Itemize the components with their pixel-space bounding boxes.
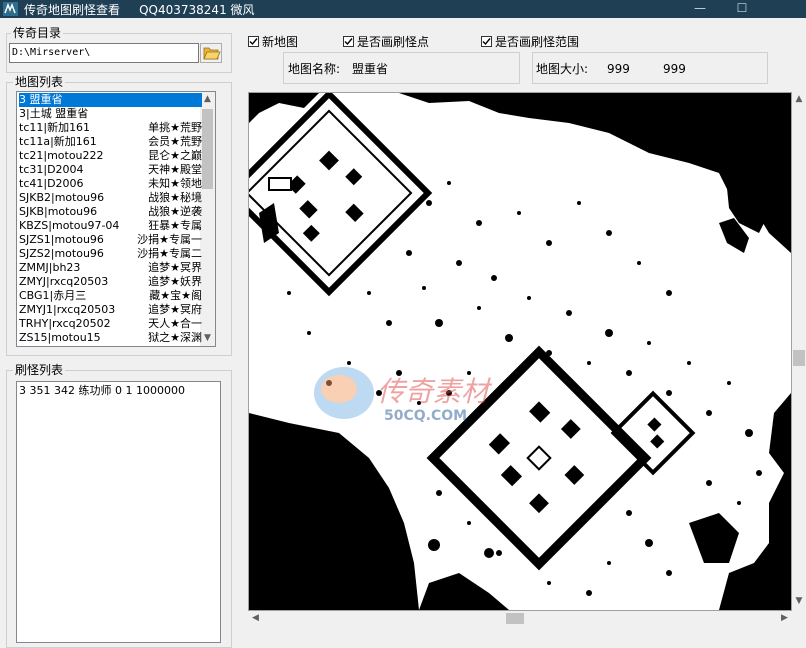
map-display-name: 藏★宝★阁 xyxy=(149,289,202,302)
spawn-item[interactable]: 3 351 342 练功师 0 1 1000000 xyxy=(19,384,209,398)
watermark-subtext: 50CQ.COM xyxy=(384,408,468,424)
draw-spawn-range-checkbox[interactable]: 是否画刷怪范围 xyxy=(481,33,579,50)
scroll-thumb[interactable] xyxy=(202,109,213,189)
map-code: CBG1|赤月三 xyxy=(19,289,87,302)
map-list-item[interactable]: tc31|D2004 天神★殿堂 xyxy=(19,163,202,177)
map-display-name: 未知★领地 xyxy=(148,177,202,190)
map-list-item[interactable]: SJKB|motou96 战狼★逆袭 xyxy=(19,205,202,219)
map-canvas[interactable]: 传奇素材 50CQ.COM xyxy=(248,92,792,611)
scroll-down-icon[interactable]: ▼ xyxy=(792,594,806,609)
map-list-item[interactable]: TRHY|rxcq20502 天人★合一 xyxy=(19,317,202,331)
map-display-name: 沙捐★专属二 xyxy=(137,247,202,260)
map-list-item[interactable]: ZMYJ1|rxcq20503 追梦★冥府 xyxy=(19,303,202,317)
map-image xyxy=(249,93,791,610)
map-list-item[interactable]: SJZS2|motou96 沙捐★专属二 xyxy=(19,247,202,261)
map-code: tc41|D2006 xyxy=(19,177,84,190)
map-list-item[interactable]: 3 盟重省 xyxy=(19,93,202,107)
new-map-label: 新地图 xyxy=(262,35,299,49)
map-code: ZMMJ|bh23 xyxy=(19,261,81,274)
map-display-name: 追梦★冥界 xyxy=(148,261,202,274)
new-map-checkbox[interactable]: 新地图 xyxy=(248,33,298,50)
draw-spawn-range-label: 是否画刷怪范围 xyxy=(495,35,580,49)
minimize-button[interactable]: — xyxy=(680,0,720,18)
map-vertical-scrollbar[interactable]: ▲ ▼ xyxy=(792,92,806,611)
map-display-name: 追梦★冥府 xyxy=(148,303,202,316)
dir-group-label: 传奇目录 xyxy=(11,26,64,40)
map-name-box: 地图名称: 盟重省 xyxy=(283,52,520,84)
map-hscroll-thumb[interactable] xyxy=(506,613,524,624)
map-vscroll-thumb[interactable] xyxy=(793,350,805,366)
map-list-label: 地图列表 xyxy=(13,75,66,89)
map-code: tc21|motou222 xyxy=(19,149,104,162)
map-display-name: 会员★荒野 xyxy=(148,135,202,148)
scroll-left-icon[interactable]: ◀ xyxy=(248,611,263,626)
map-list-scrollbar[interactable]: ▲ ▼ xyxy=(200,92,215,346)
map-name-label: 地图名称: xyxy=(288,62,341,76)
map-code: ZMYJ1|rxcq20503 xyxy=(19,303,116,316)
map-display-name: 沙捐★专属一 xyxy=(137,233,202,246)
map-list-item[interactable]: KBZS|motou97-04 狂暴★专属 xyxy=(19,219,202,233)
map-name-value: 盟重省 xyxy=(352,62,389,76)
map-display-name: 昆仑★之巅 xyxy=(148,149,202,162)
maximize-button[interactable]: ☐ xyxy=(722,0,762,18)
map-size-box: 地图大小: 999 999 xyxy=(532,52,768,84)
map-list-item[interactable]: tc41|D2006 未知★领地 xyxy=(19,177,202,191)
map-code: tc11|新加161 xyxy=(19,121,91,134)
map-list-item[interactable]: tc11a|新加161 会员★荒野 xyxy=(19,135,202,149)
map-code: KBZS|motou97-04 xyxy=(19,219,120,232)
app-icon xyxy=(3,2,18,16)
map-list-item[interactable]: ZS15|motou15 狱之★深渊 xyxy=(19,331,202,345)
map-code: SJKB|motou96 xyxy=(19,205,98,218)
map-code: SJZS1|motou96 xyxy=(19,233,104,246)
draw-spawn-points-checkbox[interactable]: 是否画刷怪点 xyxy=(343,33,429,50)
map-display-name: 追梦★妖界 xyxy=(148,275,202,288)
map-list-item[interactable]: CBG1|赤月三 藏★宝★阁 xyxy=(19,289,202,303)
dir-path-input[interactable]: D:\Mirserver\ xyxy=(9,43,199,63)
map-height-value: 999 xyxy=(663,62,686,76)
watermark-logo xyxy=(314,367,374,419)
map-display-name: 狂暴★专属 xyxy=(148,219,202,232)
title-bar: 传奇地图刷怪查看 QQ403738241 微风 — ☐ xyxy=(0,0,806,18)
map-code: ZMYJ|rxcq20503 xyxy=(19,275,109,288)
map-code: 3 盟重省 xyxy=(19,93,63,106)
map-width-value: 999 xyxy=(607,62,630,76)
map-size-label: 地图大小: xyxy=(536,62,589,76)
draw-spawn-points-label: 是否画刷怪点 xyxy=(357,35,430,49)
map-display-name: 战狼★秘境 xyxy=(148,191,202,204)
map-horizontal-scrollbar[interactable]: ◀ ▶ xyxy=(248,611,792,626)
scroll-right-icon[interactable]: ▶ xyxy=(777,611,792,626)
map-display-name: 狱之★深渊 xyxy=(148,331,202,344)
scroll-up-icon[interactable]: ▲ xyxy=(200,92,215,107)
checkbox-checked-icon[interactable] xyxy=(343,36,354,47)
map-list-item[interactable]: tc21|motou222 昆仑★之巅 xyxy=(19,149,202,163)
map-display-name: 战狼★逆袭 xyxy=(148,205,202,218)
map-code: ZS15|motou15 xyxy=(19,331,101,344)
map-display-name: 天人★合一 xyxy=(148,317,202,330)
map-list-item[interactable]: ZMYJ|rxcq20503 追梦★妖界 xyxy=(19,275,202,289)
map-code: tc31|D2004 xyxy=(19,163,84,176)
scroll-down-icon[interactable]: ▼ xyxy=(200,331,215,346)
spawn-listbox[interactable]: 3 351 342 练功师 0 1 1000000 xyxy=(16,381,221,643)
map-list-item[interactable]: SJKB2|motou96 战狼★秘境 xyxy=(19,191,202,205)
spawn-list-label: 刷怪列表 xyxy=(13,363,66,377)
scroll-up-icon[interactable]: ▲ xyxy=(792,92,806,107)
map-list-item[interactable]: SJZS1|motou96 沙捐★专属一 xyxy=(19,233,202,247)
browse-folder-button[interactable] xyxy=(200,43,222,63)
map-code: TRHY|rxcq20502 xyxy=(19,317,111,330)
checkbox-checked-icon[interactable] xyxy=(481,36,492,47)
window-title: 传奇地图刷怪查看 QQ403738241 微风 xyxy=(24,3,255,17)
map-code: SJZS2|motou96 xyxy=(19,247,104,260)
map-display-name: 单挑★荒野 xyxy=(148,121,202,134)
map-list-item[interactable]: 3|土城 盟重省 xyxy=(19,107,202,121)
map-code: tc11a|新加161 xyxy=(19,135,97,148)
checkbox-checked-icon[interactable] xyxy=(248,36,259,47)
map-list-item[interactable]: tc11|新加161 单挑★荒野 xyxy=(19,121,202,135)
map-listbox[interactable]: ▲ ▼ 3 盟重省 3|土城 盟重省 tc11|新加161 单挑★荒野 tc11a|新加… xyxy=(16,91,216,347)
folder-open-icon xyxy=(203,47,221,60)
map-list-item[interactable]: ZMMJ|bh23 追梦★冥界 xyxy=(19,261,202,275)
map-display-name: 天神★殿堂 xyxy=(148,163,202,176)
map-code: SJKB2|motou96 xyxy=(19,191,105,204)
watermark-text: 传奇素材 xyxy=(377,375,490,408)
map-code: 3|土城 盟重省 xyxy=(19,107,89,120)
